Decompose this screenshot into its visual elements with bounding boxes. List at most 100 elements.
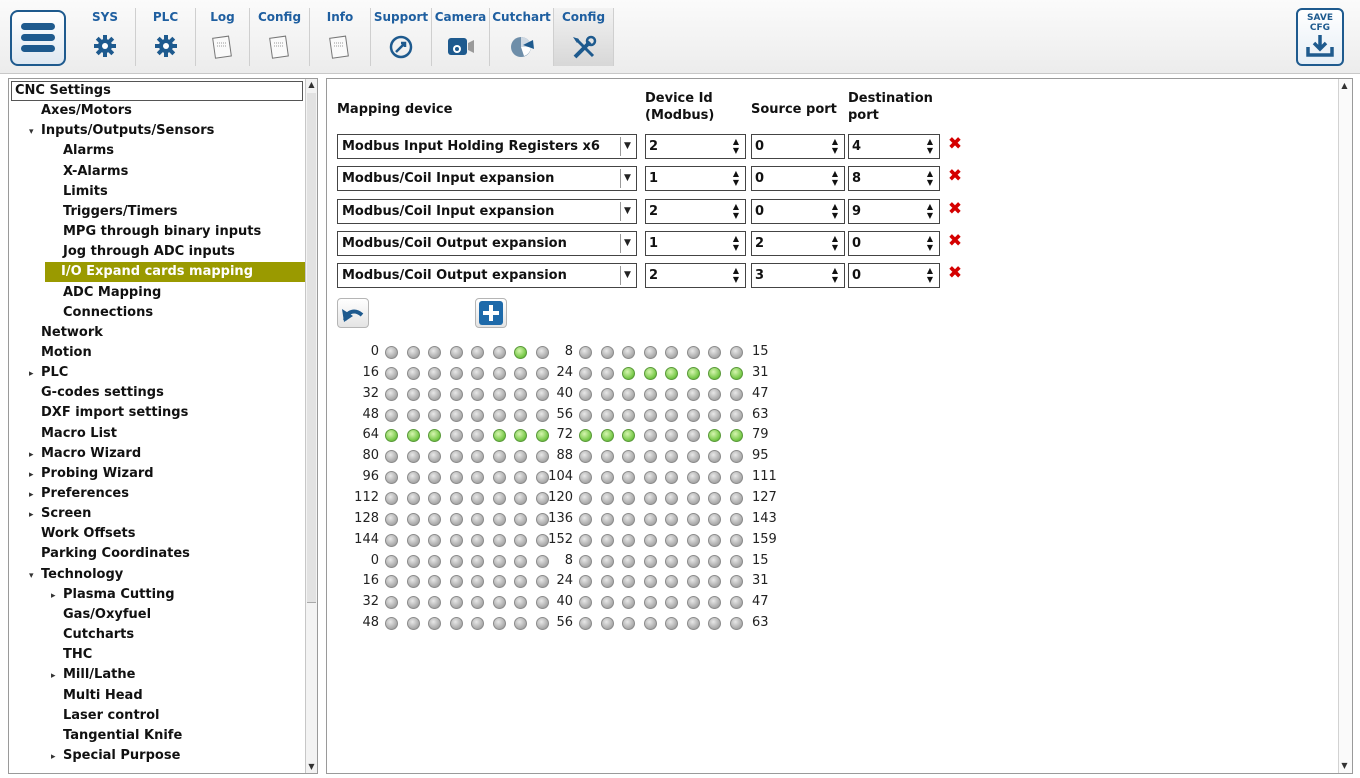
collapsed-arrow-icon[interactable]: ▸ xyxy=(29,445,41,465)
collapsed-arrow-icon[interactable]: ▸ xyxy=(51,747,63,767)
chevron-down-icon[interactable]: ▼ xyxy=(620,169,634,188)
collapsed-arrow-icon[interactable]: ▸ xyxy=(29,465,41,485)
source-port-spinbox[interactable]: 0 ▲ ▼ xyxy=(751,166,845,191)
chevron-down-icon[interactable]: ▼ xyxy=(620,234,634,253)
spin-arrows-icon[interactable]: ▲ ▼ xyxy=(828,266,842,285)
tree-item-probing-wizard[interactable]: ▸ Probing Wizard xyxy=(9,464,154,484)
mapping-device-select[interactable]: Modbus/Coil Output expansion ▼ xyxy=(337,263,637,288)
tree-item-multi-head[interactable]: Multi Head xyxy=(9,686,143,706)
scroll-up-icon[interactable]: ▲ xyxy=(307,80,316,90)
tree-item-i-o-expand-cards-mapping[interactable]: I/O Expand cards mapping xyxy=(45,262,305,283)
tree-item-mpg-through-binary-inputs[interactable]: MPG through binary inputs xyxy=(9,222,261,242)
panel-scrollbar[interactable]: ▲ ▼ xyxy=(1338,79,1352,773)
scroll-down-icon[interactable]: ▼ xyxy=(307,762,316,772)
spin-arrows-icon[interactable]: ▲ ▼ xyxy=(923,202,937,221)
tree-item-connections[interactable]: Connections xyxy=(9,303,153,323)
tree-scrollbar-thumb[interactable] xyxy=(307,93,316,603)
delete-x-icon[interactable]: ✖ xyxy=(947,201,963,218)
tab-support[interactable]: Support xyxy=(371,8,432,66)
tree-item-tangential-knife[interactable]: Tangential Knife xyxy=(9,726,182,746)
spin-arrows-icon[interactable]: ▲ ▼ xyxy=(923,266,937,285)
destination-port-spinbox[interactable]: 0 ▲ ▼ xyxy=(848,263,940,288)
tree-item-axes-motors[interactable]: Axes/Motors xyxy=(9,101,132,121)
spin-arrows-icon[interactable]: ▲ ▼ xyxy=(923,234,937,253)
destination-port-spinbox[interactable]: 9 ▲ ▼ xyxy=(848,199,940,224)
tree-item-mill-lathe[interactable]: ▸ Mill/Lathe xyxy=(9,665,135,685)
tab-info[interactable]: Info xyxy=(310,8,371,66)
destination-port-spinbox[interactable]: 4 ▲ ▼ xyxy=(848,134,940,159)
undo-button[interactable] xyxy=(337,298,369,328)
tree-item-preferences[interactable]: ▸ Preferences xyxy=(9,484,129,504)
tree-item-laser-control[interactable]: Laser control xyxy=(9,706,159,726)
tree-item-x-alarms[interactable]: X-Alarms xyxy=(9,162,128,182)
tree-item-work-offsets[interactable]: Work Offsets xyxy=(9,524,135,544)
tab-sys[interactable]: SYS xyxy=(75,8,136,66)
spin-arrows-icon[interactable]: ▲ ▼ xyxy=(828,234,842,253)
collapsed-arrow-icon[interactable]: ▸ xyxy=(29,364,41,384)
tree-item-gas-oxyfuel[interactable]: Gas/Oxyfuel xyxy=(9,605,151,625)
tree-item-cutcharts[interactable]: Cutcharts xyxy=(9,625,134,645)
tree-item-alarms[interactable]: Alarms xyxy=(9,141,114,161)
source-port-spinbox[interactable]: 3 ▲ ▼ xyxy=(751,263,845,288)
tree-item-special-purpose[interactable]: ▸ Special Purpose xyxy=(9,746,180,766)
collapsed-arrow-icon[interactable]: ▸ xyxy=(29,505,41,525)
tree-item-network[interactable]: Network xyxy=(9,323,103,343)
destination-port-spinbox[interactable]: 8 ▲ ▼ xyxy=(848,166,940,191)
tree-item-plc[interactable]: ▸ PLC xyxy=(9,363,68,383)
tree-item-inputs-outputs-sensors[interactable]: ▾ Inputs/Outputs/Sensors xyxy=(9,121,214,141)
spin-arrows-icon[interactable]: ▲ ▼ xyxy=(828,137,842,156)
tree-item-parking-coordinates[interactable]: Parking Coordinates xyxy=(9,544,190,564)
spin-arrows-icon[interactable]: ▲ ▼ xyxy=(729,266,743,285)
tree-item-dxf-import-settings[interactable]: DXF import settings xyxy=(9,403,188,423)
tree-item-motion[interactable]: Motion xyxy=(9,343,92,363)
tree-item-g-codes-settings[interactable]: G-codes settings xyxy=(9,383,164,403)
spin-arrows-icon[interactable]: ▲ ▼ xyxy=(923,169,937,188)
delete-x-icon[interactable]: ✖ xyxy=(947,136,963,153)
mapping-device-select[interactable]: Modbus/Coil Input expansion ▼ xyxy=(337,199,637,224)
source-port-spinbox[interactable]: 0 ▲ ▼ xyxy=(751,134,845,159)
destination-port-spinbox[interactable]: 0 ▲ ▼ xyxy=(848,231,940,256)
tree-item-jog-through-adc-inputs[interactable]: Jog through ADC inputs xyxy=(9,242,235,262)
mapping-device-select[interactable]: Modbus Input Holding Registers x6 ▼ xyxy=(337,134,637,159)
spin-arrows-icon[interactable]: ▲ ▼ xyxy=(828,202,842,221)
tab-config-active[interactable]: Config xyxy=(554,8,614,66)
main-menu-button[interactable] xyxy=(10,10,66,66)
source-port-spinbox[interactable]: 0 ▲ ▼ xyxy=(751,199,845,224)
tab-plc[interactable]: PLC xyxy=(136,8,196,66)
device-id-spinbox[interactable]: 1 ▲ ▼ xyxy=(645,166,746,191)
tree-item-adc-mapping[interactable]: ADC Mapping xyxy=(9,283,161,303)
tree-item-technology[interactable]: ▾ Technology xyxy=(9,565,123,585)
expanded-arrow-icon[interactable]: ▾ xyxy=(29,122,41,142)
tree-item-macro-wizard[interactable]: ▸ Macro Wizard xyxy=(9,444,141,464)
collapsed-arrow-icon[interactable]: ▸ xyxy=(51,666,63,686)
spin-arrows-icon[interactable]: ▲ ▼ xyxy=(729,169,743,188)
tab-camera[interactable]: Camera xyxy=(432,8,490,66)
mapping-device-select[interactable]: Modbus/Coil Output expansion ▼ xyxy=(337,231,637,256)
chevron-down-icon[interactable]: ▼ xyxy=(620,202,634,221)
tree-item-limits[interactable]: Limits xyxy=(9,182,108,202)
collapsed-arrow-icon[interactable]: ▸ xyxy=(29,485,41,505)
spin-arrows-icon[interactable]: ▲ ▼ xyxy=(923,137,937,156)
spin-arrows-icon[interactable]: ▲ ▼ xyxy=(729,137,743,156)
tab-config[interactable]: Config xyxy=(250,8,310,66)
spin-arrows-icon[interactable]: ▲ ▼ xyxy=(828,169,842,188)
chevron-down-icon[interactable]: ▼ xyxy=(620,266,634,285)
scroll-down-icon[interactable]: ▼ xyxy=(1340,761,1349,771)
tree-scrollbar[interactable]: ▲ ▼ xyxy=(305,79,317,773)
device-id-spinbox[interactable]: 2 ▲ ▼ xyxy=(645,199,746,224)
delete-x-icon[interactable]: ✖ xyxy=(947,265,963,282)
add-mapping-button[interactable] xyxy=(475,298,507,328)
tree-item-macro-list[interactable]: Macro List xyxy=(9,424,117,444)
scroll-up-icon[interactable]: ▲ xyxy=(1340,81,1349,91)
tab-log[interactable]: Log xyxy=(196,8,250,66)
tree-item-cnc-settings[interactable]: CNC Settings xyxy=(11,81,303,101)
spin-arrows-icon[interactable]: ▲ ▼ xyxy=(729,234,743,253)
source-port-spinbox[interactable]: 2 ▲ ▼ xyxy=(751,231,845,256)
tree-item-thc[interactable]: THC xyxy=(9,645,92,665)
tree-item-screen[interactable]: ▸ Screen xyxy=(9,504,91,524)
device-id-spinbox[interactable]: 2 ▲ ▼ xyxy=(645,134,746,159)
save-config-button[interactable]: SAVE CFG xyxy=(1296,8,1344,66)
collapsed-arrow-icon[interactable]: ▸ xyxy=(51,586,63,606)
delete-x-icon[interactable]: ✖ xyxy=(947,168,963,185)
device-id-spinbox[interactable]: 1 ▲ ▼ xyxy=(645,231,746,256)
